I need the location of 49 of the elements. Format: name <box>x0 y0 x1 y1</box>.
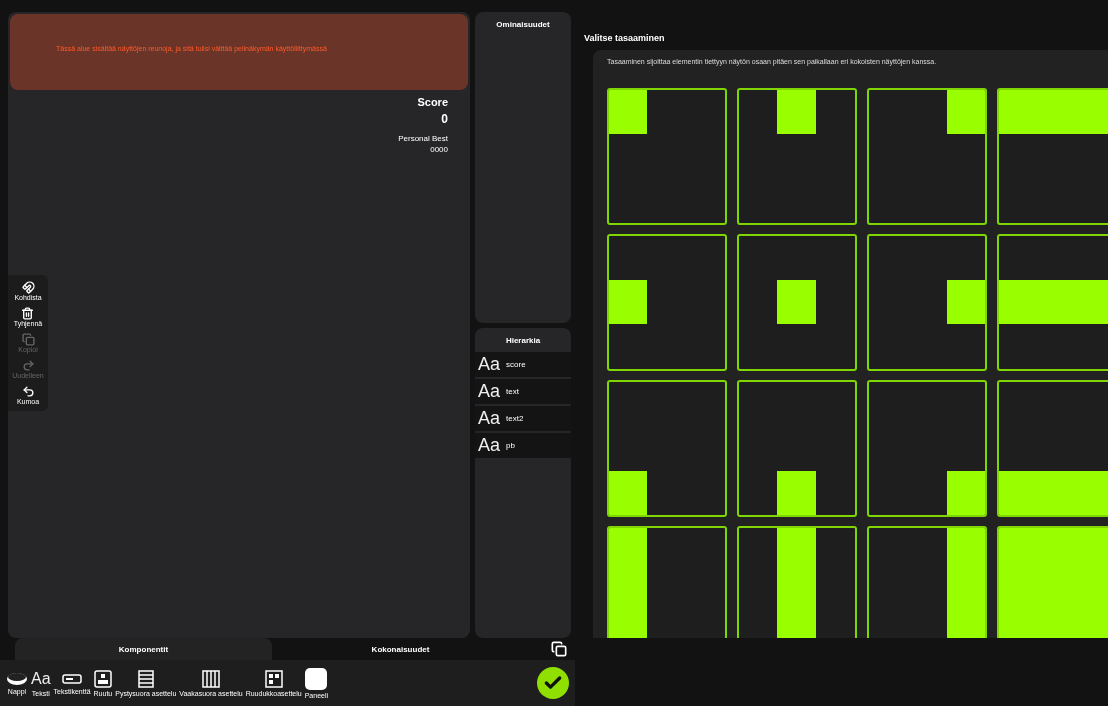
anchor-option[interactable] <box>737 380 857 517</box>
anchor-option[interactable] <box>737 88 857 225</box>
rows-icon <box>137 669 154 688</box>
item-label: text2 <box>506 414 524 423</box>
anchor-option[interactable] <box>737 526 857 638</box>
hierarchy-item[interactable]: Aa text <box>475 379 571 404</box>
anchor-option[interactable] <box>607 380 727 517</box>
item-label: pb <box>506 441 515 450</box>
hierarchy-item[interactable]: Aa pb <box>475 433 571 458</box>
hierarchy-item[interactable]: Aa score <box>475 352 571 377</box>
score-label: Score <box>417 96 448 108</box>
anchor-option[interactable] <box>867 234 987 371</box>
text-glyph: Aa <box>478 408 501 429</box>
trash-icon <box>21 307 35 320</box>
magnet-icon <box>21 281 35 294</box>
anchor-option[interactable] <box>867 380 987 517</box>
anchor-option[interactable] <box>607 526 727 638</box>
section-title: Valitse tasaaminen <box>584 33 666 43</box>
text-field-icon <box>62 671 83 686</box>
tab[interactable]: Komponentit <box>15 638 272 660</box>
anchor-option[interactable] <box>997 234 1108 371</box>
text-glyph: Aa <box>478 354 501 375</box>
item-label: text <box>506 387 519 396</box>
panel-title: Ominaisuudet <box>496 20 550 31</box>
grid-icon <box>264 669 283 688</box>
text-glyph: Aa <box>478 381 501 402</box>
redo-icon <box>21 359 35 372</box>
text-glyph: Aa <box>478 435 501 456</box>
columns-icon <box>202 669 220 688</box>
button-component-icon <box>6 671 28 686</box>
panel-icon <box>305 667 328 690</box>
box-icon <box>93 669 112 688</box>
copy-icon <box>21 333 35 346</box>
score-value: 0 <box>441 112 448 126</box>
anchor-option[interactable] <box>607 88 727 225</box>
undo-icon <box>21 385 35 398</box>
anchor-option[interactable] <box>607 234 727 371</box>
panel-title: Hierarkia <box>505 335 541 345</box>
best-label: Personal Best <box>398 134 448 143</box>
tab[interactable]: Kokonaisuudet <box>272 638 529 660</box>
hierarchy-item[interactable]: Aa text2 <box>475 406 571 431</box>
anchor-option[interactable] <box>997 88 1108 225</box>
anchor-option[interactable] <box>997 380 1108 517</box>
anchor-option[interactable] <box>867 88 987 225</box>
anchor-option[interactable] <box>737 234 857 371</box>
item-label: score <box>506 360 526 369</box>
anchor-option[interactable] <box>867 526 987 638</box>
best-value: 0000 <box>430 145 448 154</box>
confirm-button[interactable] <box>537 667 569 699</box>
